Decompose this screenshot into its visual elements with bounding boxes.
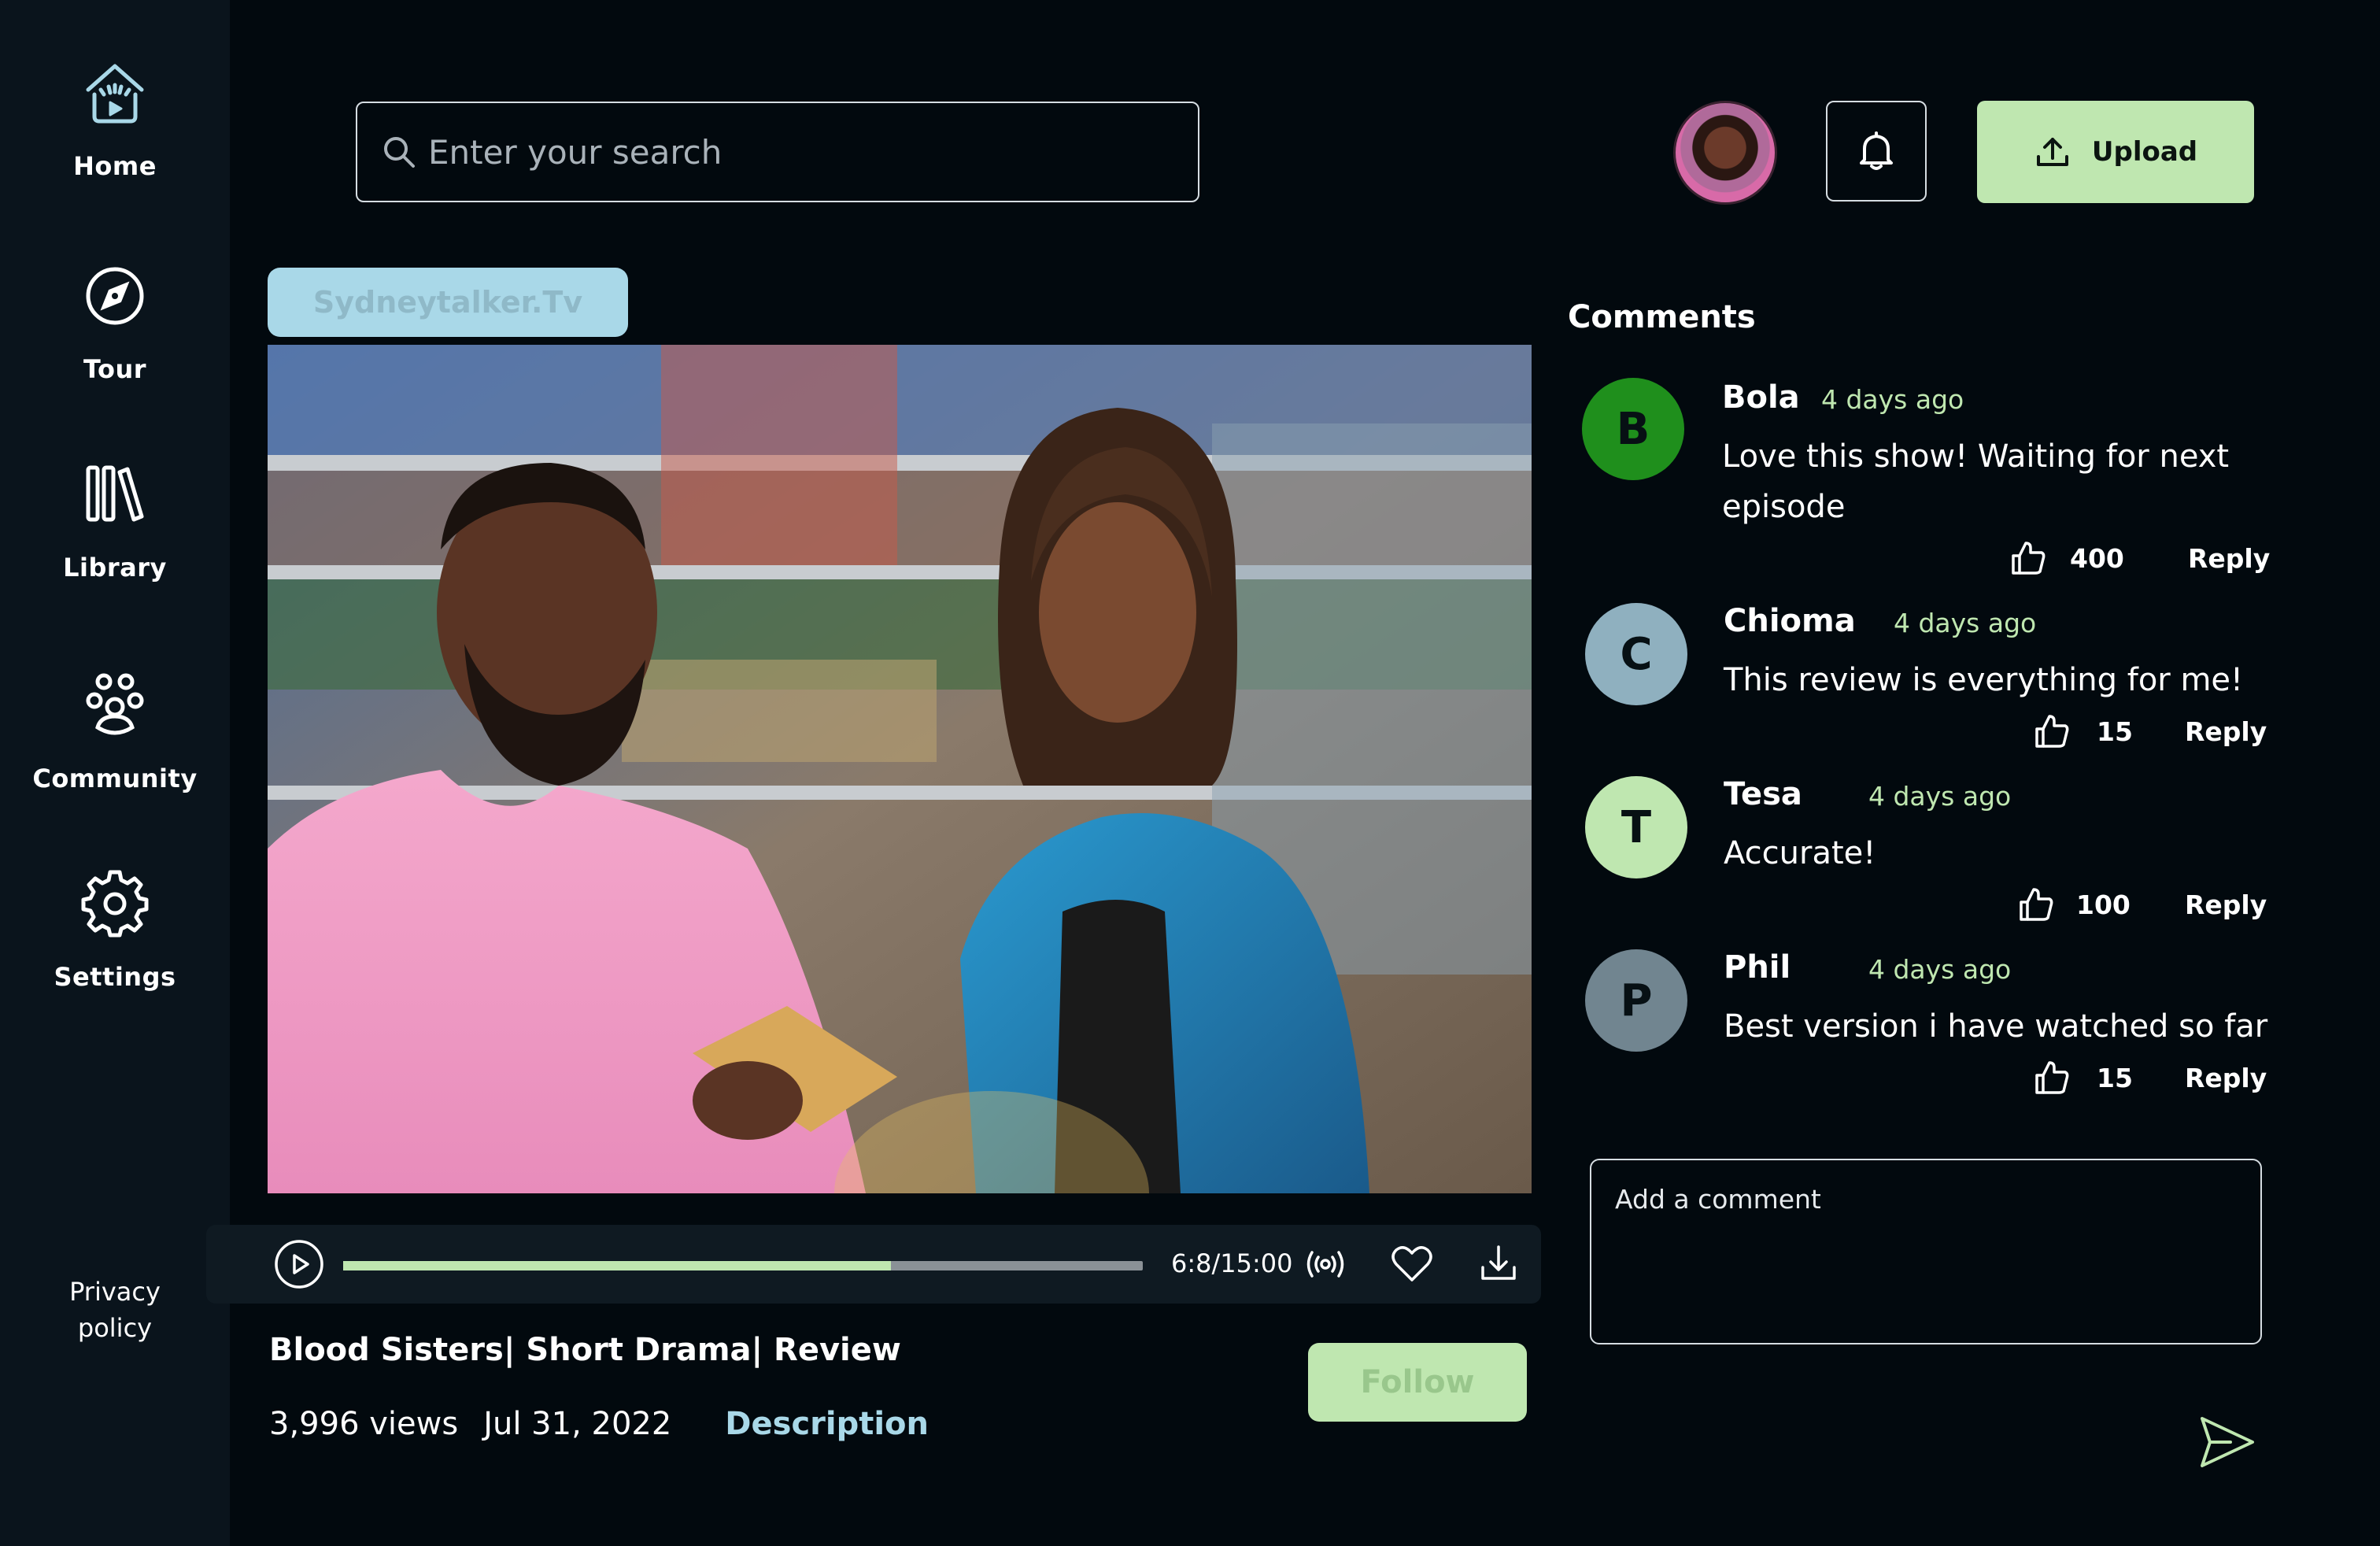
notifications-button[interactable] [1826, 101, 1927, 202]
comment-time: 4 days ago [1868, 954, 2012, 985]
channel-tag[interactable]: Sydneytalker.Tv [268, 268, 628, 337]
gear-icon [81, 870, 149, 938]
upload-icon [2036, 138, 2068, 166]
like-count: 100 [2076, 890, 2131, 920]
comment-item: T Tesa 4 days ago Accurate! 100 Reply [1582, 776, 2267, 934]
comment-time: 4 days ago [1894, 608, 2037, 638]
comment-item: B Bola 4 days ago Love this show! Waitin… [1582, 378, 2270, 583]
like-count: 400 [2070, 543, 2124, 574]
reply-button[interactable]: Reply [2185, 890, 2267, 920]
playback-time: 6:8/15:00 [1171, 1248, 1293, 1278]
comment-author: Phil [1724, 949, 1791, 986]
comment-text: Accurate! [1724, 835, 1876, 871]
comment-author: Chioma [1724, 603, 1856, 639]
sidebar-item-label: Library [63, 553, 167, 583]
view-count: 3,996 views [269, 1406, 459, 1442]
sidebar-item-label: Settings [54, 962, 176, 992]
user-avatar[interactable] [1673, 101, 1777, 205]
heart-icon[interactable] [1388, 1241, 1436, 1288]
sidebar-item-library[interactable]: Library [0, 457, 230, 583]
send-icon[interactable] [2196, 1411, 2259, 1474]
library-icon [86, 465, 144, 522]
comments-heading: Comments [1568, 299, 1756, 335]
comment-time: 4 days ago [1821, 384, 1964, 415]
sidebar-item-home[interactable]: Home [0, 55, 230, 181]
thumbs-up-icon[interactable] [2034, 713, 2070, 749]
home-play-icon [86, 64, 144, 124]
sidebar-item-label: Home [73, 151, 157, 181]
comment-text: Best version i have watched so far [1724, 1008, 2268, 1045]
upload-button[interactable]: Upload [1977, 101, 2254, 203]
video-meta: 3,996 views Jul 31, 2022 Description [269, 1406, 929, 1442]
comment-item: C Chioma 4 days ago This review is every… [1582, 603, 2267, 760]
comment-text: Love this show! Waiting for next episode [1722, 438, 2230, 525]
comment-author: Bola [1722, 379, 1800, 416]
video-controls: 6:8/15:00 [206, 1225, 1541, 1304]
privacy-policy-link[interactable]: Privacy policy [0, 1274, 230, 1346]
thumbs-up-icon[interactable] [2034, 1060, 2070, 1096]
bell-icon [1860, 131, 1893, 170]
search-icon [384, 137, 415, 168]
privacy-label-line1: Privacy [69, 1277, 161, 1307]
reply-button[interactable]: Reply [2185, 1063, 2267, 1093]
sidebar: Home Tour Library Community Settings Pri… [0, 0, 230, 1546]
privacy-label-line2: policy [77, 1313, 153, 1343]
comment-avatar: C [1585, 603, 1687, 705]
comment-avatar: B [1582, 378, 1684, 480]
cast-broadcast-icon[interactable] [1302, 1241, 1349, 1288]
upload-label: Upload [2091, 136, 2198, 168]
compass-icon [86, 267, 144, 325]
reply-button[interactable]: Reply [2188, 543, 2270, 574]
sidebar-item-tour[interactable]: Tour [0, 258, 230, 384]
upload-date: Jul 31, 2022 [483, 1406, 672, 1442]
comment-time: 4 days ago [1868, 781, 2012, 812]
sidebar-item-community[interactable]: Community [0, 668, 230, 793]
thumbs-up-icon[interactable] [2010, 540, 2046, 576]
progress-fill [343, 1261, 891, 1270]
app-root: Home Tour Library Community Settings Pri… [0, 0, 2380, 1546]
like-count: 15 [2097, 716, 2133, 747]
comment-avatar: P [1585, 949, 1687, 1052]
description-link[interactable]: Description [725, 1406, 929, 1442]
sidebar-item-label: Community [32, 764, 198, 793]
community-icon [86, 673, 144, 735]
thumbs-up-icon[interactable] [2018, 886, 2054, 923]
comment-text: This review is everything for me! [1724, 662, 2244, 698]
comment-avatar: T [1585, 776, 1687, 878]
video-title: Blood Sisters| Short Drama| Review [269, 1332, 901, 1368]
search-bar[interactable] [356, 102, 1199, 202]
sidebar-item-label: Tour [83, 354, 147, 384]
follow-button[interactable]: Follow [1308, 1343, 1527, 1422]
video-frame-image [268, 345, 1532, 1193]
comment-author: Tesa [1724, 776, 1802, 812]
like-count: 15 [2097, 1063, 2133, 1093]
video-player[interactable] [268, 345, 1532, 1193]
add-comment-input[interactable] [1590, 1159, 2262, 1344]
comment-item: P Phil 4 days ago Best version i have wa… [1582, 949, 2267, 1107]
download-icon[interactable] [1475, 1241, 1522, 1288]
progress-bar[interactable] [343, 1261, 1143, 1270]
play-icon[interactable] [274, 1239, 324, 1289]
search-input[interactable] [428, 132, 1168, 172]
reply-button[interactable]: Reply [2185, 716, 2267, 747]
sidebar-item-settings[interactable]: Settings [0, 866, 230, 992]
